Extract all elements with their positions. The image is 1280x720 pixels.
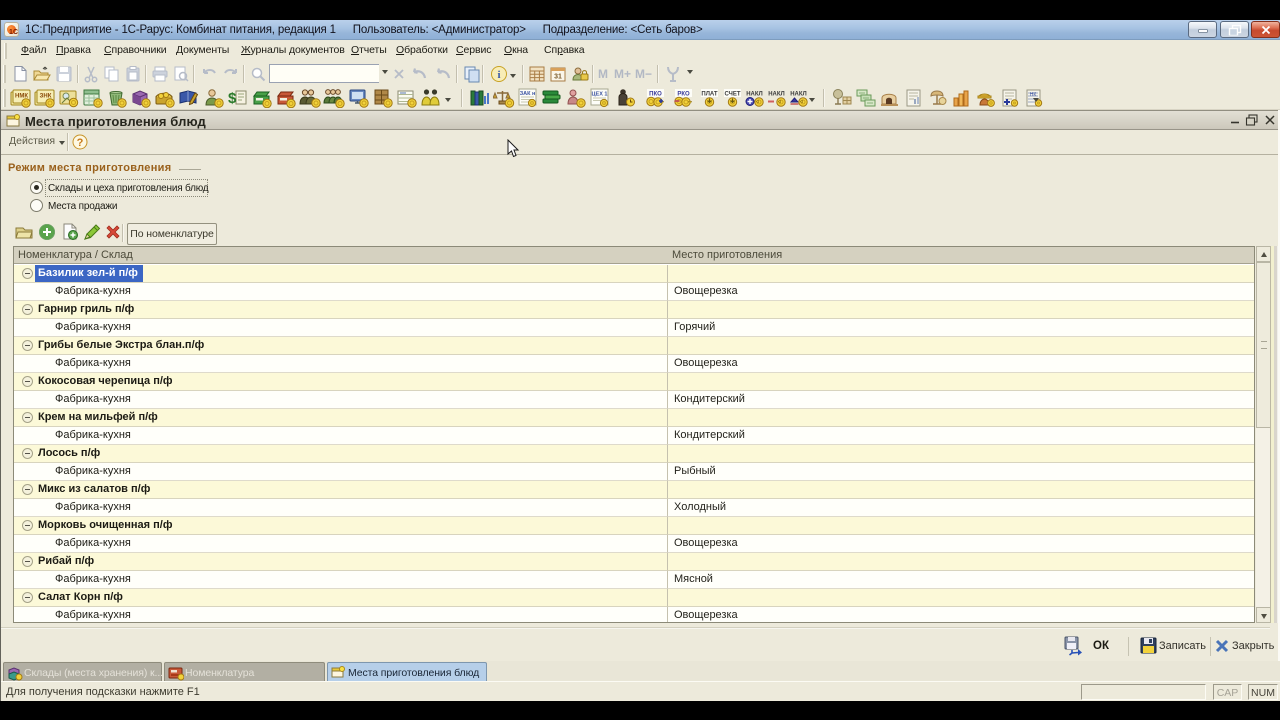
svg-text:НАКЛ: НАКЛ: [790, 92, 807, 98]
svg-text:?: ?: [77, 137, 84, 149]
svg-text:НАКЛ: НАКЛ: [746, 92, 763, 98]
svg-text:i: i: [497, 69, 500, 81]
svg-text:ПЛАТ: ПЛАТ: [701, 92, 718, 98]
svg-text:НАКЛ: НАКЛ: [768, 92, 785, 98]
svg-text:ЗАК н: ЗАК н: [520, 91, 536, 97]
svg-text:СЧЕТ: СЧЕТ: [724, 92, 740, 98]
svg-text:$: $: [228, 90, 237, 107]
svg-text:РКО: РКО: [677, 92, 690, 98]
svg-text:31: 31: [554, 74, 562, 81]
svg-text:ПКО: ПКО: [649, 92, 662, 98]
svg-text:ЦЕХ 1: ЦЕХ 1: [592, 92, 608, 98]
